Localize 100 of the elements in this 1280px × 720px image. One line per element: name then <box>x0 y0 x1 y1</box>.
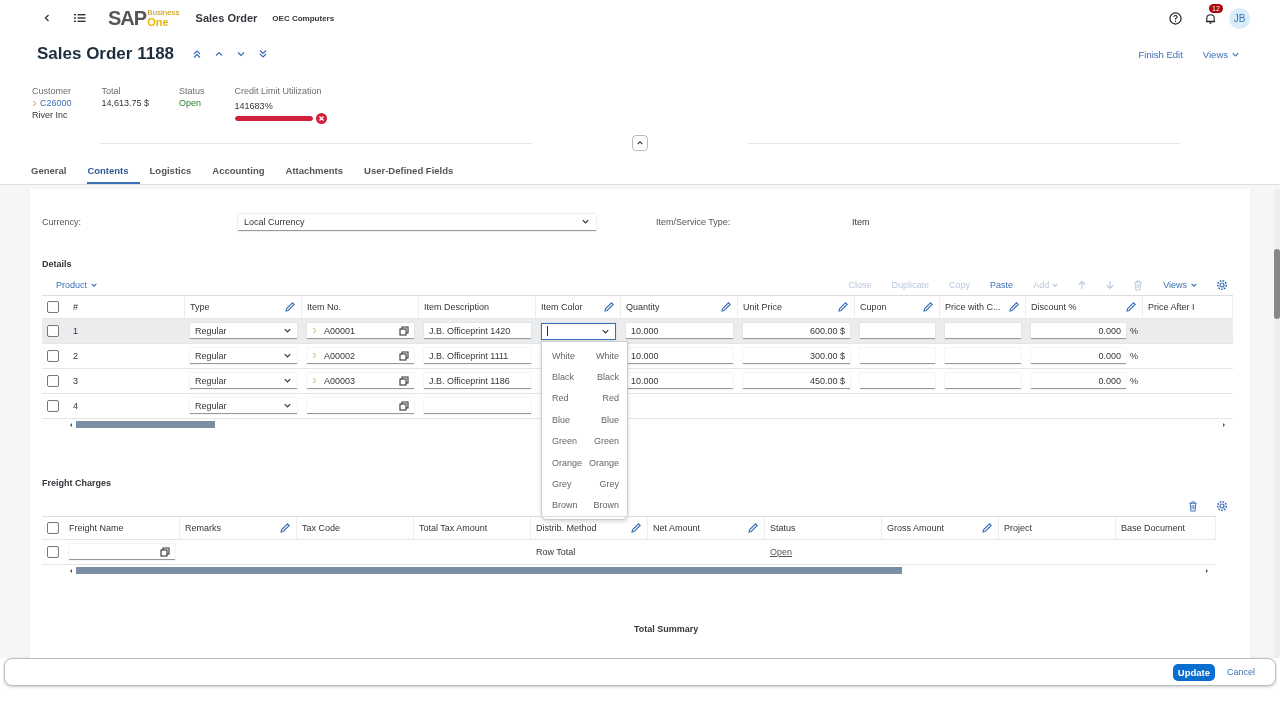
description-field[interactable]: J.B. Officeprint 1111 <box>424 348 531 364</box>
price-field[interactable] <box>945 373 1021 389</box>
scroll-left-icon[interactable] <box>70 568 72 573</box>
value-help-icon[interactable] <box>399 350 409 361</box>
discount-field[interactable]: 0.000 <box>1031 323 1126 339</box>
quantity-field[interactable]: 10.000 <box>626 373 733 389</box>
value-help-icon[interactable] <box>160 546 170 557</box>
discount-field[interactable]: 0.000 <box>1031 373 1126 389</box>
list-icon[interactable] <box>74 13 86 23</box>
views-button[interactable]: Views <box>1202 48 1240 60</box>
cupon-field[interactable] <box>860 373 935 389</box>
color-field[interactable] <box>541 322 616 340</box>
scroll-right-icon[interactable] <box>1206 568 1208 573</box>
views-button[interactable]: Views <box>1163 280 1198 290</box>
tab[interactable]: Logistics <box>149 158 203 184</box>
dropdown-option[interactable]: Grey Grey <box>542 473 627 495</box>
checkbox[interactable] <box>47 522 59 534</box>
delete-icon[interactable] <box>1188 500 1198 512</box>
selected-row[interactable]: 1 Regular A00001 J.B. Officeprint 1420 10.000 600.00 $ 0.000 % <box>42 319 1233 344</box>
quantity-field[interactable]: 10.000 <box>626 323 733 339</box>
pencil-icon[interactable] <box>922 301 934 313</box>
toolbar-button[interactable]: Paste <box>990 280 1014 290</box>
type-select[interactable]: Regular <box>190 373 297 389</box>
customer-link[interactable]: C26000 <box>40 98 72 108</box>
checkbox[interactable] <box>47 301 59 313</box>
checkbox[interactable] <box>47 350 59 362</box>
quantity-field[interactable]: 10.000 <box>626 348 733 364</box>
dropdown-option[interactable]: Brown Brown <box>542 494 627 517</box>
tab[interactable]: Accounting <box>212 158 276 184</box>
unit-price-field[interactable]: 300.00 $ <box>743 348 850 364</box>
dropdown-option[interactable]: Blue Blue <box>542 409 627 431</box>
previous-record-icon[interactable] <box>214 49 225 59</box>
item-number-field[interactable] <box>307 398 414 414</box>
value-help-icon[interactable] <box>399 325 409 336</box>
description-field[interactable]: J.B. Officeprint 1186 <box>424 373 531 389</box>
pencil-icon[interactable] <box>837 301 849 313</box>
cancel-button[interactable]: Cancel <box>1227 667 1255 677</box>
freight-name-field[interactable] <box>69 544 175 560</box>
pencil-icon[interactable] <box>1125 301 1137 313</box>
checkbox[interactable] <box>47 400 59 412</box>
pencil-icon[interactable] <box>981 522 993 534</box>
price-field[interactable] <box>945 348 1021 364</box>
next-record-icon[interactable] <box>236 49 247 59</box>
cupon-field[interactable] <box>860 323 935 339</box>
price-field[interactable] <box>945 323 1021 339</box>
scrollbar-thumb[interactable] <box>76 421 215 428</box>
user-avatar[interactable]: JB <box>1229 7 1250 29</box>
type-select[interactable]: Regular <box>190 398 297 414</box>
tab[interactable]: Attachments <box>285 158 355 184</box>
checkbox[interactable] <box>47 375 59 387</box>
settings-icon[interactable] <box>1216 500 1228 512</box>
pencil-icon[interactable] <box>603 301 615 313</box>
collapse-button[interactable] <box>632 135 648 151</box>
dropdown-option[interactable]: White White <box>542 345 627 367</box>
help-icon[interactable] <box>1169 11 1182 25</box>
unit-price-field[interactable]: 450.00 $ <box>743 373 850 389</box>
type-select[interactable]: Regular <box>190 348 297 364</box>
scrollbar-thumb[interactable] <box>76 567 902 574</box>
column-header: Total Tax Amount <box>419 523 488 533</box>
value-help-icon[interactable] <box>399 375 409 386</box>
value-help-icon[interactable] <box>399 400 409 411</box>
item-number-field[interactable]: A00001 <box>307 323 414 339</box>
pencil-icon[interactable] <box>284 301 296 313</box>
tab[interactable]: User-Defined Fields <box>364 158 465 184</box>
first-record-icon[interactable] <box>192 49 203 59</box>
last-record-icon[interactable] <box>258 49 269 59</box>
tab[interactable]: General <box>31 158 78 184</box>
dropdown-option[interactable]: Green Green <box>542 430 627 452</box>
pencil-icon[interactable] <box>720 301 732 313</box>
checkbox[interactable] <box>47 325 59 337</box>
pencil-icon[interactable] <box>279 522 291 534</box>
currency-select[interactable]: Local Currency <box>238 213 596 231</box>
unit-price-field[interactable]: 600.00 $ <box>743 323 850 339</box>
status-link[interactable]: Open <box>770 547 793 557</box>
description-field[interactable]: J.B. Officeprint 1420 <box>424 323 531 339</box>
column-header: Freight Name <box>69 523 124 533</box>
pencil-icon[interactable] <box>630 522 642 534</box>
finish-edit-button[interactable]: Finish Edit <box>1138 48 1183 60</box>
discount-field[interactable]: 0.000 <box>1031 348 1126 364</box>
item-number-field[interactable]: A00003 <box>307 373 414 389</box>
pencil-icon[interactable] <box>747 522 759 534</box>
settings-icon[interactable] <box>1216 279 1228 291</box>
cupon-field[interactable] <box>860 348 935 364</box>
type-select[interactable]: Regular <box>190 323 297 339</box>
dropdown-option[interactable]: Red Red <box>542 387 627 410</box>
description-field[interactable] <box>424 398 531 414</box>
column-header: Type <box>190 302 210 312</box>
item-number-field[interactable]: A00002 <box>307 348 414 364</box>
product-menu-button[interactable]: Product <box>56 280 99 290</box>
dropdown-option[interactable]: Orange Orange <box>542 451 627 474</box>
pencil-icon[interactable] <box>1008 301 1020 313</box>
dropdown-option[interactable]: Black Black <box>542 366 627 388</box>
bell-icon[interactable] <box>1204 11 1217 25</box>
checkbox[interactable] <box>47 546 59 558</box>
scroll-right-icon[interactable] <box>1223 422 1225 427</box>
chevron-right-icon <box>312 327 317 334</box>
back-icon[interactable] <box>42 13 52 23</box>
scrollbar[interactable] <box>1274 189 1280 658</box>
scroll-left-icon[interactable] <box>70 422 72 427</box>
update-button[interactable]: Update <box>1172 663 1215 681</box>
